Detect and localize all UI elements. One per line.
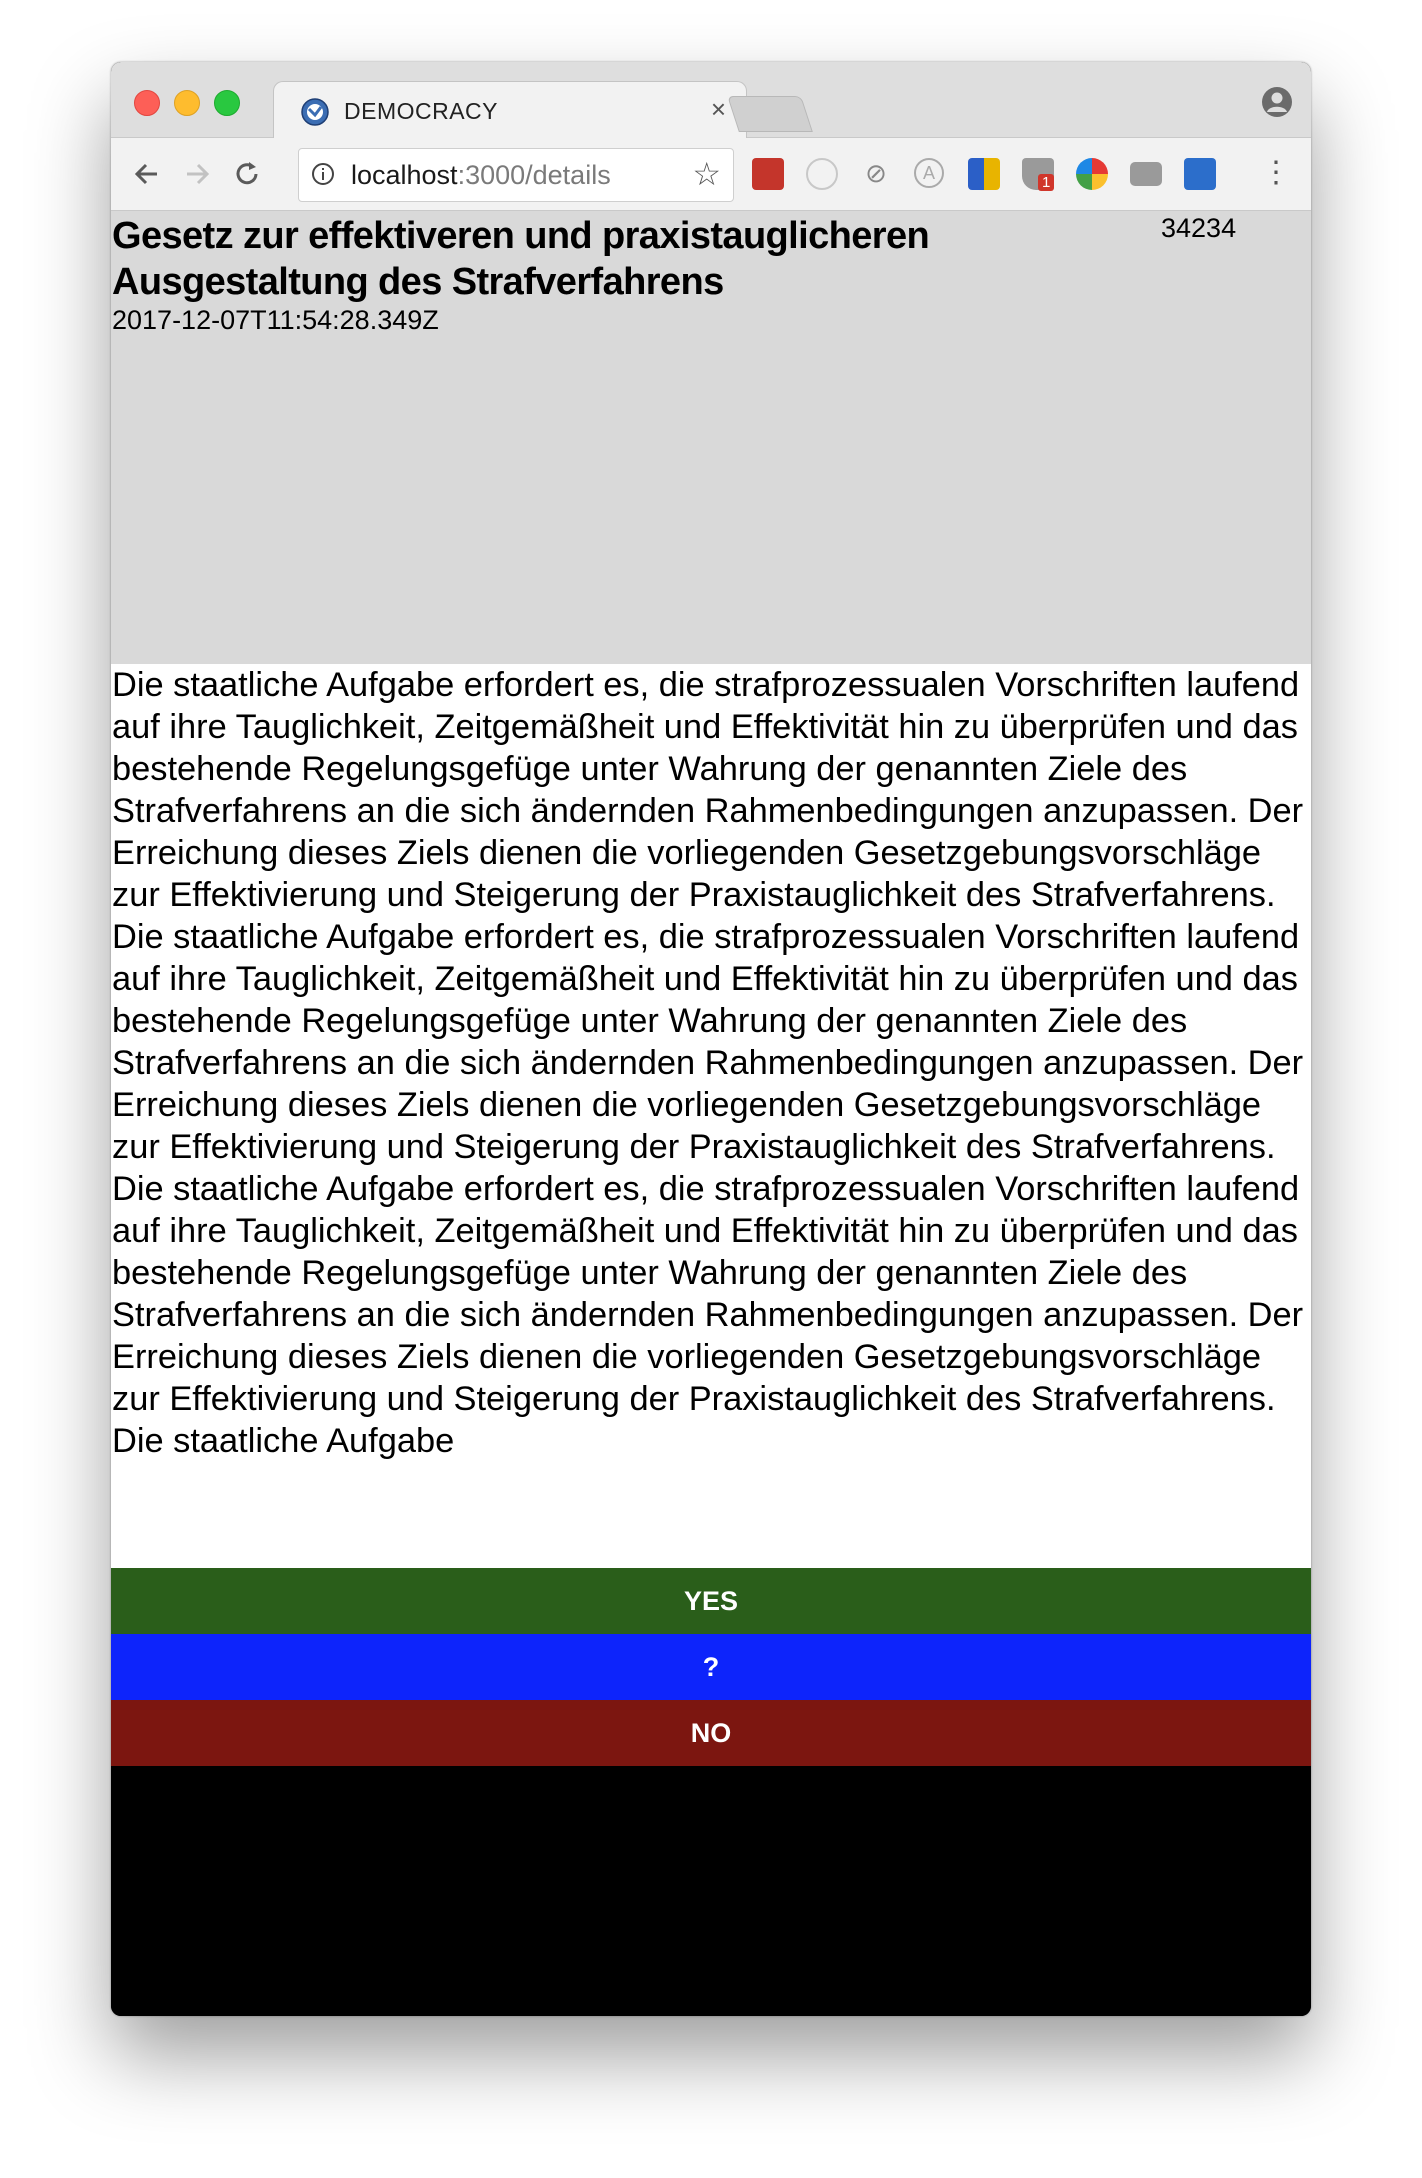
new-tab-button[interactable] [727,96,813,132]
browser-tab[interactable]: DEMOCRACY × [273,81,747,140]
vote-yes-button[interactable]: YES [111,1568,1311,1634]
extension-s-icon[interactable] [1184,158,1216,190]
extension-paw-icon[interactable] [752,158,784,190]
page-content: Gesetz zur effektiveren und praxistaugli… [111,211,1311,2016]
url-text: localhost:3000/details [351,160,611,191]
extension-camera-icon[interactable] [1130,162,1162,186]
reload-icon[interactable] [229,156,265,192]
menu-dots-icon[interactable]: ⋮ [1261,158,1291,190]
url-path: :3000/details [457,160,611,190]
procedure-date: 2017-12-07T11:54:28.349Z [112,305,439,335]
procedure-title: Gesetz zur effektiveren und praxistaugli… [112,215,930,303]
vote-yes-label: YES [683,1585,739,1616]
close-window-button[interactable] [134,90,160,116]
vote-no-button[interactable]: NO [111,1700,1311,1766]
extension-shield-icon[interactable]: 1 [1022,158,1055,191]
zoom-window-button[interactable] [214,90,240,116]
procedure-count: 34234 [1161,213,1237,243]
vote-no-label: NO [690,1717,732,1748]
browser-window: DEMOCRACY × localhost:3000/details ☆ ⊘ A… [111,62,1311,2016]
bookmark-star-icon[interactable]: ☆ [692,155,721,193]
extension-flag-icon[interactable] [968,158,1000,190]
address-bar[interactable]: localhost:3000/details ☆ [298,148,734,202]
tab-bar: DEMOCRACY × [111,62,1311,140]
profile-icon[interactable] [1261,86,1293,118]
back-arrow-icon[interactable] [129,156,165,192]
details-header: Gesetz zur effektiveren und praxistaugli… [111,211,1311,664]
tab-close-icon[interactable]: × [711,94,726,125]
extension-color-wheel-icon[interactable] [1076,158,1108,190]
info-icon[interactable] [311,162,335,186]
extension-eye-icon[interactable]: ⊘ [860,158,892,190]
procedure-description: Die staatliche Aufgabe erfordert es, die… [112,666,1304,1460]
vote-abstain-label: ? [702,1651,720,1682]
democracy-favicon-icon [301,98,329,126]
minimize-window-button[interactable] [174,90,200,116]
browser-toolbar: localhost:3000/details ☆ ⊘ A 1 ⋮ [111,138,1311,211]
extension-target-icon[interactable] [806,158,838,190]
tab-title: DEMOCRACY [344,98,499,124]
extension-badge: 1 [1038,174,1055,191]
extension-a-icon[interactable]: A [914,158,944,188]
url-host: localhost [351,160,458,190]
forward-arrow-icon[interactable] [179,156,215,192]
details-body[interactable]: Die staatliche Aufgabe erfordert es, die… [111,664,1311,1568]
vote-abstain-button[interactable]: ? [111,1634,1311,1700]
